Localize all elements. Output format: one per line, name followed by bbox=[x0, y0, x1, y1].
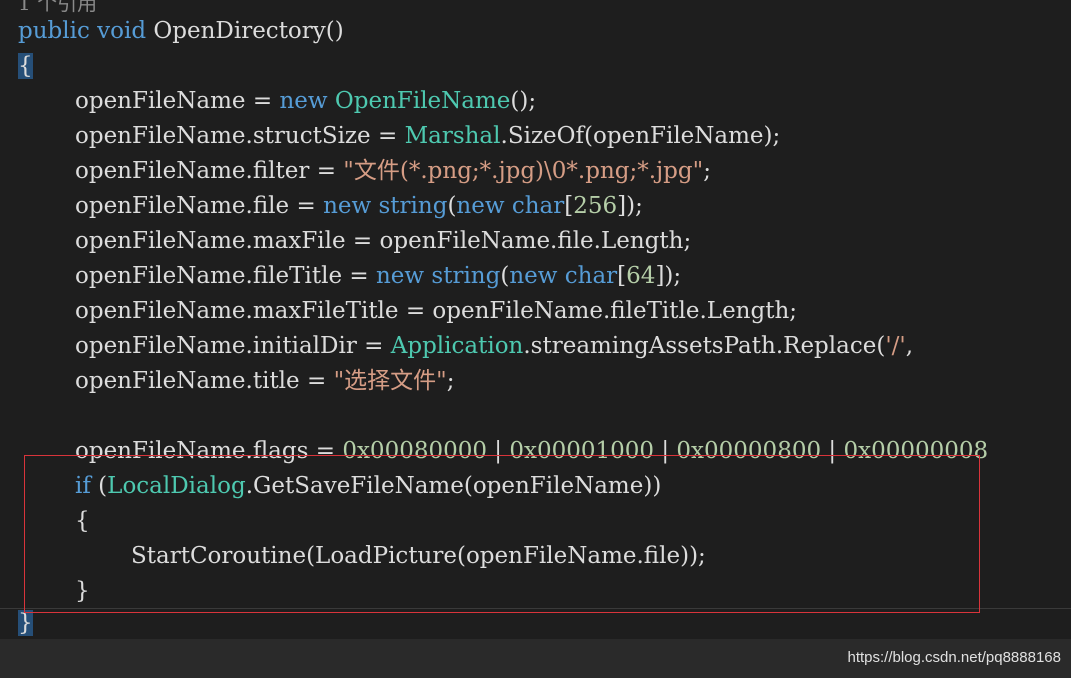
code-line-7: openFileName.maxFileTitle = openFileName… bbox=[75, 298, 798, 324]
matched-open-brace: { bbox=[18, 53, 33, 79]
code-line-2: openFileName.structSize = Marshal.SizeOf… bbox=[75, 123, 781, 149]
watermark-url: https://blog.csdn.net/pq8888168 bbox=[847, 649, 1061, 666]
code-line-9: openFileName.title = "选择文件"; bbox=[75, 368, 455, 394]
method-signature-line: public void OpenDirectory() bbox=[18, 14, 344, 49]
code-line-5: openFileName.maxFile = openFileName.file… bbox=[75, 228, 692, 254]
open-brace-line: { bbox=[18, 49, 33, 84]
code-line-8: openFileName.initialDir = Application.st… bbox=[75, 333, 914, 359]
code-editor[interactable]: 1 个引用 public void OpenDirectory() { open… bbox=[0, 0, 1071, 678]
code-line-11: if (LocalDialog.GetSaveFileName(openFile… bbox=[75, 473, 662, 499]
method-name: OpenDirectory() bbox=[153, 18, 344, 44]
matched-close-brace: } bbox=[18, 610, 33, 636]
keyword-public: public bbox=[18, 18, 90, 44]
code-line-6: openFileName.fileTitle = new string(new … bbox=[75, 263, 682, 289]
current-line-highlight bbox=[0, 608, 1071, 640]
code-line-13: StartCoroutine(LoadPicture(openFileName.… bbox=[131, 543, 706, 569]
code-line-4: openFileName.file = new string(new char[… bbox=[75, 193, 643, 219]
code-line-3: openFileName.filter = "文件(*.png;*.jpg)\0… bbox=[75, 158, 711, 184]
code-line-10: openFileName.flags = 0x00080000 | 0x0000… bbox=[75, 438, 989, 464]
code-line-12: { bbox=[75, 508, 90, 534]
code-line-1: openFileName = new OpenFileName(); bbox=[75, 88, 537, 114]
code-line-14: } bbox=[75, 578, 90, 604]
close-brace-line: } bbox=[18, 606, 33, 641]
keyword-void: void bbox=[97, 18, 147, 44]
